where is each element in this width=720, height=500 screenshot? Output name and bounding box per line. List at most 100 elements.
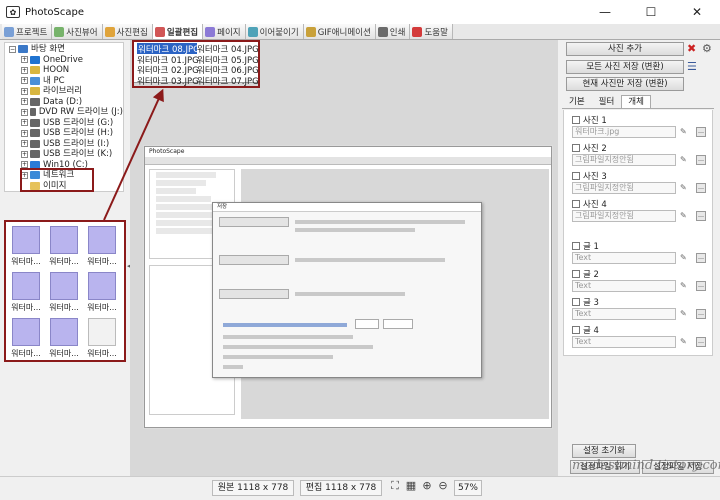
tree-item[interactable]: + 라이브러리 <box>5 86 123 97</box>
tree-item[interactable]: + USB 드라이브 (I:) <box>5 139 123 150</box>
photo-item[interactable]: 사진 1 <box>572 114 607 126</box>
photo-item[interactable]: 사진 4 <box>572 198 607 210</box>
expand-icon[interactable]: + <box>21 98 28 106</box>
tree-item[interactable]: + HOON <box>5 65 123 76</box>
maximize-button[interactable]: ☐ <box>628 0 674 24</box>
expand-icon[interactable]: + <box>21 119 28 127</box>
edit-icon[interactable]: ✎ <box>680 337 690 347</box>
tab-filter[interactable]: 필터 <box>592 95 622 108</box>
text-field[interactable]: Text <box>572 252 676 264</box>
tab-basic[interactable]: 기본 <box>562 95 592 108</box>
expand-icon[interactable]: + <box>21 56 28 64</box>
tab-1[interactable]: 사진뷰어 <box>52 24 103 39</box>
photo-field[interactable]: 워터마크.jpg <box>572 126 676 138</box>
browse-button[interactable]: … <box>696 337 706 347</box>
tab-label: 이어붙이기 <box>259 27 299 38</box>
zoom-in-icon[interactable]: ⊕ <box>420 479 434 493</box>
browse-button[interactable]: … <box>696 309 706 319</box>
tab-3[interactable]: 일괄편집 <box>152 24 204 39</box>
photo-checkbox[interactable] <box>572 116 580 124</box>
photo-item[interactable]: 사진 2 <box>572 142 607 154</box>
tab-icon <box>377 26 388 37</box>
browse-button[interactable]: … <box>696 211 706 221</box>
text-item[interactable]: 글 3 <box>572 296 599 308</box>
photo-field[interactable]: 그림파일지정안됨 <box>572 182 676 194</box>
remove-icon[interactable]: ✖ <box>687 42 696 55</box>
tree-item[interactable]: + DVD RW 드라이브 (J:) <box>5 107 123 118</box>
dialog-button <box>219 289 289 299</box>
expand-icon[interactable]: + <box>21 77 28 85</box>
tab-icon <box>154 26 165 37</box>
browse-button[interactable]: … <box>696 127 706 137</box>
text-item[interactable]: 글 2 <box>572 268 599 280</box>
photo-checkbox[interactable] <box>572 144 580 152</box>
text-item[interactable]: 글 1 <box>572 240 599 252</box>
tree-item[interactable]: − 바탕 화면 <box>5 44 123 55</box>
folder-icon <box>30 139 40 148</box>
tab-4[interactable]: 페이지 <box>203 24 246 39</box>
photo-checkbox[interactable] <box>572 200 580 208</box>
text-field[interactable]: Text <box>572 280 676 292</box>
edit-icon[interactable]: ✎ <box>680 211 690 221</box>
text-checkbox[interactable] <box>572 298 580 306</box>
text-field[interactable]: Text <box>572 336 676 348</box>
text-field[interactable]: Text <box>572 308 676 320</box>
browse-button[interactable]: … <box>696 253 706 263</box>
folder-icon <box>30 66 40 75</box>
photo-field[interactable]: 그림파일지정안됨 <box>572 210 676 222</box>
tree-label: USB 드라이브 (K:) <box>43 149 113 159</box>
text-checkbox[interactable] <box>572 270 580 278</box>
browse-button[interactable]: … <box>696 155 706 165</box>
text-item[interactable]: 글 4 <box>572 324 599 336</box>
tab-8[interactable]: 도움말 <box>410 24 453 39</box>
photo-checkbox[interactable] <box>572 172 580 180</box>
photo-field[interactable]: 그림파일지정안됨 <box>572 154 676 166</box>
expand-icon[interactable]: + <box>21 129 28 137</box>
tree-item[interactable]: + OneDrive <box>5 55 123 66</box>
save-current-button[interactable]: 현재 사진만 저장 (변환) <box>566 77 684 91</box>
minimize-button[interactable]: — <box>582 0 628 24</box>
add-photo-button[interactable]: 사진 추가 <box>566 42 684 56</box>
dialog-slider <box>223 323 347 327</box>
edit-icon[interactable]: ✎ <box>680 309 690 319</box>
edit-icon[interactable]: ✎ <box>680 155 690 165</box>
reset-settings-button[interactable]: 설정 초기화 <box>572 444 636 458</box>
tab-5[interactable]: 이어붙이기 <box>245 24 304 39</box>
tree-item[interactable]: + USB 드라이브 (H:) <box>5 128 123 139</box>
tree-item[interactable]: + USB 드라이브 (G:) <box>5 118 123 129</box>
text-checkbox[interactable] <box>572 242 580 250</box>
expand-icon[interactable]: + <box>21 66 28 74</box>
settings-icon[interactable]: ⚙ <box>702 42 712 55</box>
expand-icon[interactable]: + <box>21 108 28 116</box>
photo-item[interactable]: 사진 3 <box>572 170 607 182</box>
close-button[interactable]: ✕ <box>674 0 720 24</box>
dialog-button <box>219 255 289 265</box>
edit-icon[interactable]: ✎ <box>680 253 690 263</box>
tab-object[interactable]: 개체 <box>621 95 651 108</box>
expand-icon[interactable]: + <box>21 150 28 158</box>
grid-icon[interactable]: ▦ <box>404 479 418 493</box>
tree-item[interactable]: + Data (D:) <box>5 97 123 108</box>
dialog-text-line <box>295 292 405 296</box>
expand-icon[interactable]: + <box>21 87 28 95</box>
tab-0[interactable]: 프로젝트 <box>2 24 53 39</box>
fit-icon[interactable]: ⛶ <box>388 479 402 493</box>
edit-icon[interactable]: ✎ <box>680 281 690 291</box>
edit-icon[interactable]: ✎ <box>680 127 690 137</box>
browse-button[interactable]: … <box>696 281 706 291</box>
tab-2[interactable]: 사진편집 <box>102 24 153 39</box>
zoom-out-icon[interactable]: ⊖ <box>436 479 450 493</box>
edit-icon[interactable]: ✎ <box>680 183 690 193</box>
tab-7[interactable]: 인쇄 <box>375 24 411 39</box>
expand-icon[interactable]: − <box>9 45 16 53</box>
tree-item[interactable]: + USB 드라이브 (K:) <box>5 149 123 160</box>
list-icon[interactable]: ☰ <box>687 60 697 73</box>
expand-icon[interactable]: + <box>21 140 28 148</box>
tab-label: 사진편집 <box>116 27 148 38</box>
tree-item[interactable]: + 내 PC <box>5 76 123 87</box>
browse-button[interactable]: … <box>696 183 706 193</box>
save-all-button[interactable]: 모든 사진 저장 (변환) <box>566 60 684 74</box>
text-checkbox[interactable] <box>572 326 580 334</box>
tab-6[interactable]: GIF애니메이션 <box>303 24 376 39</box>
tab-label: 인쇄 <box>389 27 406 38</box>
